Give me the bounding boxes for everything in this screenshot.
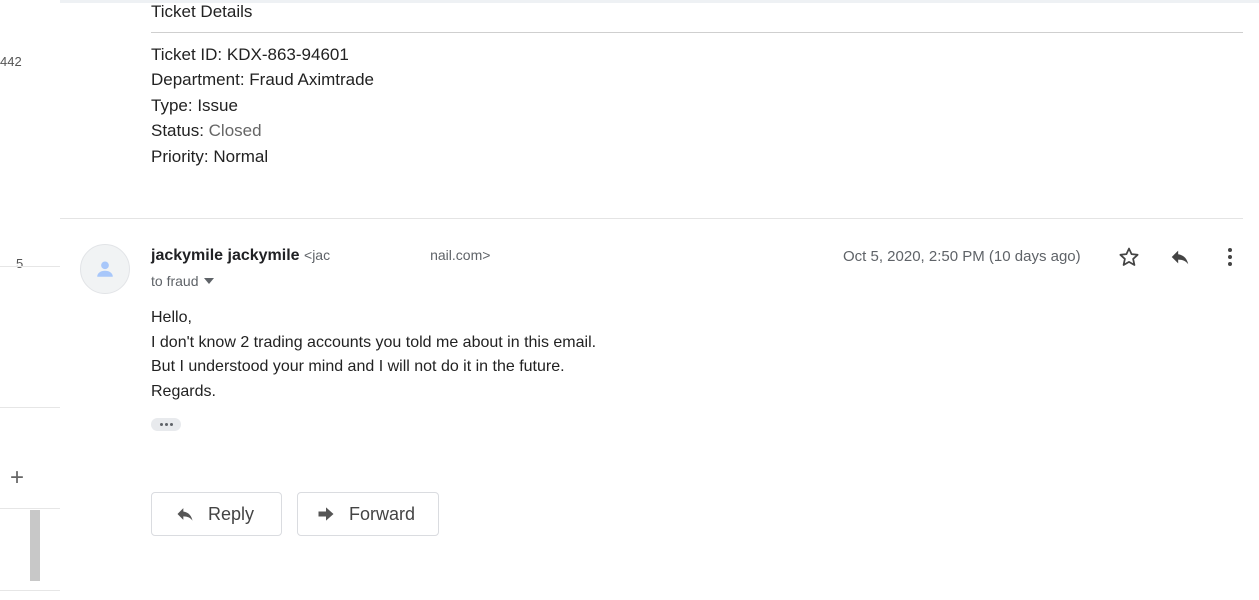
forward-button-label: Forward	[349, 503, 416, 524]
ticket-status-row: Status: Closed	[151, 118, 374, 143]
ticket-id-value: KDX-863-94601	[226, 45, 349, 64]
ellipsis-dot	[159, 423, 163, 426]
ellipsis-dot	[169, 423, 173, 426]
ticket-details: Ticket ID: KDX-863-94601 Department: Fra…	[151, 42, 374, 169]
forward-arrow-icon	[318, 507, 334, 521]
reply-button[interactable]: Reply	[151, 492, 282, 536]
recipient-text: to fraud	[151, 273, 199, 289]
body-line: Hello,	[151, 309, 192, 326]
redaction-block	[330, 248, 431, 263]
more-options-button[interactable]	[1217, 244, 1243, 270]
ticket-type-label: Type:	[151, 95, 193, 115]
ticket-priority-label: Priority:	[151, 146, 209, 166]
ticket-type-value: Issue	[197, 95, 238, 115]
ticket-divider	[151, 32, 1243, 33]
person-icon	[97, 261, 113, 277]
sender-email-start: <jac	[304, 247, 331, 263]
star-icon	[1119, 247, 1139, 266]
caret-down-icon	[204, 278, 215, 284]
gutter-scrollbar[interactable]	[30, 510, 40, 581]
gutter-count-mid: 5	[16, 256, 24, 271]
ticket-type-row: Type: Issue	[151, 93, 374, 118]
message-separator	[60, 218, 1243, 219]
ticket-priority-row: Priority: Normal	[151, 144, 374, 169]
sender-line: jackymile jackymile <jac nail.com>	[151, 247, 490, 265]
gutter-divider	[0, 590, 60, 591]
gutter-add-button[interactable]: +	[10, 466, 24, 490]
ticket-title: Ticket Details	[151, 2, 253, 21]
ticket-department-label: Department:	[151, 70, 245, 90]
more-vert-icon	[1228, 248, 1232, 266]
ticket-department-row: Department: Fraud Aximtrade	[151, 67, 374, 92]
ticket-department-value: Fraud Aximtrade	[249, 70, 375, 90]
reply-icon	[177, 508, 193, 521]
reply-icon-button[interactable]	[1167, 244, 1193, 270]
reply-button-label: Reply	[208, 503, 255, 524]
show-trimmed-content-button[interactable]	[151, 418, 181, 431]
ticket-status-value: Closed	[208, 121, 262, 141]
forward-button[interactable]: Forward	[297, 492, 439, 536]
ellipsis-dot	[164, 423, 168, 426]
body-line: I don't know 2 trading accounts you told…	[151, 333, 597, 351]
message-date: Oct 5, 2020, 2:50 PM (10 days ago)	[843, 248, 1081, 265]
gutter-divider	[0, 407, 60, 408]
gutter-divider	[0, 266, 60, 267]
gutter-divider	[0, 508, 60, 509]
body-line: But I understood your mind and I will no…	[151, 358, 565, 375]
gutter-count-top: 442	[0, 54, 22, 69]
recipients-toggle[interactable]: to fraud	[151, 273, 215, 289]
ticket-priority-value: Normal	[213, 146, 269, 166]
sender-avatar[interactable]	[80, 244, 130, 294]
ticket-id-label: Ticket ID:	[151, 45, 223, 64]
message-body: Hello, I don't know 2 trading accounts y…	[151, 306, 596, 404]
star-button[interactable]	[1116, 244, 1142, 270]
ticket-id-row: Ticket ID: KDX-863-94601	[151, 42, 374, 67]
body-line: Regards.	[151, 382, 216, 400]
sender-email-end: nail.com>	[430, 247, 491, 263]
sender-name[interactable]: jackymile jackymile	[151, 247, 300, 264]
ticket-status-label: Status:	[151, 121, 204, 141]
reply-icon	[1171, 250, 1189, 265]
